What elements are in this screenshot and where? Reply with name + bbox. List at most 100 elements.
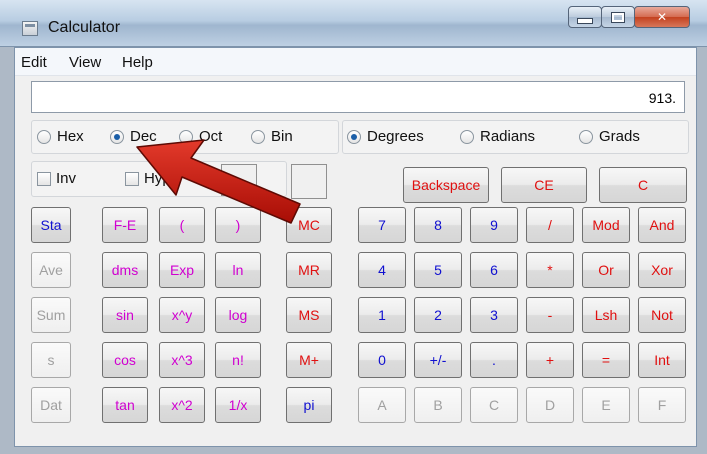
- key-1-5[interactable]: Xor: [638, 252, 686, 288]
- menu-edit[interactable]: Edit: [21, 54, 47, 71]
- function-button-4-0[interactable]: tan: [102, 387, 148, 423]
- function-button-2-1[interactable]: x^y: [159, 297, 205, 333]
- menu-help[interactable]: Help: [122, 54, 153, 71]
- key-2-0[interactable]: 1: [358, 297, 406, 333]
- memory-button-pi[interactable]: pi: [286, 387, 332, 423]
- key-4-4[interactable]: E: [582, 387, 630, 423]
- title-bar[interactable]: Calculator ✕: [0, 0, 707, 47]
- maximize-button[interactable]: [601, 6, 635, 28]
- function-button-3-2[interactable]: n!: [215, 342, 261, 378]
- radio-grads-dot: [579, 129, 593, 144]
- key-2-5[interactable]: Not: [638, 297, 686, 333]
- stat-button-sta-0[interactable]: Sta: [31, 207, 71, 243]
- close-button[interactable]: ✕: [634, 6, 690, 28]
- key-2-3[interactable]: -: [526, 297, 574, 333]
- stat-button-ave-1[interactable]: Ave: [31, 252, 71, 288]
- key-3-5[interactable]: Int: [638, 342, 686, 378]
- key-4-5[interactable]: F: [638, 387, 686, 423]
- maximize-icon: [611, 11, 625, 23]
- radio-radians[interactable]: Radians: [460, 128, 535, 145]
- key-3-3[interactable]: +: [526, 342, 574, 378]
- key-0-0[interactable]: 7: [358, 207, 406, 243]
- window-title: Calculator: [48, 19, 121, 36]
- radio-grads-label: Grads: [599, 128, 640, 145]
- radio-hex-dot: [37, 129, 51, 144]
- hyp-checkbox[interactable]: Hyp: [125, 170, 171, 187]
- key-3-4[interactable]: =: [582, 342, 630, 378]
- stat-button-dat-4[interactable]: Dat: [31, 387, 71, 423]
- window-controls: ✕: [568, 6, 690, 28]
- memory-button-ms[interactable]: MS: [286, 297, 332, 333]
- key-1-4[interactable]: Or: [582, 252, 630, 288]
- c-button[interactable]: C: [599, 167, 687, 203]
- menu-view[interactable]: View: [69, 54, 101, 71]
- hyp-checkbox-box: [125, 171, 139, 186]
- radio-bin-dot: [251, 129, 265, 144]
- memory-indicator: [291, 164, 327, 199]
- key-1-0[interactable]: 4: [358, 252, 406, 288]
- key-3-0[interactable]: 0: [358, 342, 406, 378]
- function-button-2-0[interactable]: sin: [102, 297, 148, 333]
- key-0-1[interactable]: 8: [414, 207, 462, 243]
- key-1-3[interactable]: *: [526, 252, 574, 288]
- backspace-button[interactable]: Backspace: [403, 167, 489, 203]
- inv-checkbox-box: [37, 171, 51, 186]
- key-3-1[interactable]: +/-: [414, 342, 462, 378]
- function-button-1-2[interactable]: ln: [215, 252, 261, 288]
- key-4-2[interactable]: C: [470, 387, 518, 423]
- radio-dec-label: Dec: [130, 128, 157, 145]
- radio-oct-dot: [179, 129, 193, 144]
- memory-button-mc[interactable]: MC: [286, 207, 332, 243]
- radio-radians-dot: [460, 129, 474, 144]
- key-0-5[interactable]: And: [638, 207, 686, 243]
- radio-grads[interactable]: Grads: [579, 128, 640, 145]
- radio-hex[interactable]: Hex: [37, 128, 84, 145]
- radio-degrees[interactable]: Degrees: [347, 128, 424, 145]
- menu-bar: Edit View Help: [15, 48, 696, 76]
- calculator-body: Edit View Help 9 1 3. Hex Dec Oct Bin Degr…: [14, 47, 697, 447]
- key-3-2[interactable]: .: [470, 342, 518, 378]
- memory-button-mplus[interactable]: M+: [286, 342, 332, 378]
- radio-radians-label: Radians: [480, 128, 536, 145]
- function-button-0-0[interactable]: F-E: [102, 207, 148, 243]
- key-4-1[interactable]: B: [414, 387, 462, 423]
- key-2-4[interactable]: Lsh: [582, 297, 630, 333]
- function-button-0-2[interactable]: ): [215, 207, 261, 243]
- radio-dec-dot: [110, 129, 124, 144]
- key-4-0[interactable]: A: [358, 387, 406, 423]
- radio-oct-label: Oct: [199, 128, 223, 145]
- key-2-1[interactable]: 2: [414, 297, 462, 333]
- radio-degrees-dot: [347, 129, 361, 144]
- inv-label: Inv: [56, 170, 77, 187]
- key-2-2[interactable]: 3: [470, 297, 518, 333]
- function-button-3-0[interactable]: cos: [102, 342, 148, 378]
- memory-button-mr[interactable]: MR: [286, 252, 332, 288]
- minimize-button[interactable]: [568, 6, 602, 28]
- stat-button-sum-2[interactable]: Sum: [31, 297, 71, 333]
- key-0-4[interactable]: Mod: [582, 207, 630, 243]
- radio-bin[interactable]: Bin: [251, 128, 293, 145]
- key-1-2[interactable]: 6: [470, 252, 518, 288]
- function-button-1-0[interactable]: dms: [102, 252, 148, 288]
- key-1-1[interactable]: 5: [414, 252, 462, 288]
- ce-button[interactable]: CE: [501, 167, 587, 203]
- radio-dec[interactable]: Dec: [110, 128, 157, 145]
- minimize-icon: [577, 18, 593, 24]
- key-4-3[interactable]: D: [526, 387, 574, 423]
- radio-bin-label: Bin: [271, 128, 293, 145]
- key-0-2[interactable]: 9: [470, 207, 518, 243]
- close-icon: ✕: [656, 10, 668, 24]
- radio-degrees-label: Degrees: [367, 128, 424, 145]
- parenthesis-indicator: [221, 164, 257, 196]
- function-button-4-2[interactable]: 1/x: [215, 387, 261, 423]
- key-0-3[interactable]: /: [526, 207, 574, 243]
- function-button-3-1[interactable]: x^3: [159, 342, 205, 378]
- function-button-2-2[interactable]: log: [215, 297, 261, 333]
- radio-oct[interactable]: Oct: [179, 128, 222, 145]
- function-button-1-1[interactable]: Exp: [159, 252, 205, 288]
- function-button-0-1[interactable]: (: [159, 207, 205, 243]
- calculator-window: Calculator ✕ Edit View Help 9 1 3. Hex Dec…: [0, 0, 707, 454]
- stat-button-s-3[interactable]: s: [31, 342, 71, 378]
- inv-checkbox[interactable]: Inv: [37, 170, 76, 187]
- function-button-4-1[interactable]: x^2: [159, 387, 205, 423]
